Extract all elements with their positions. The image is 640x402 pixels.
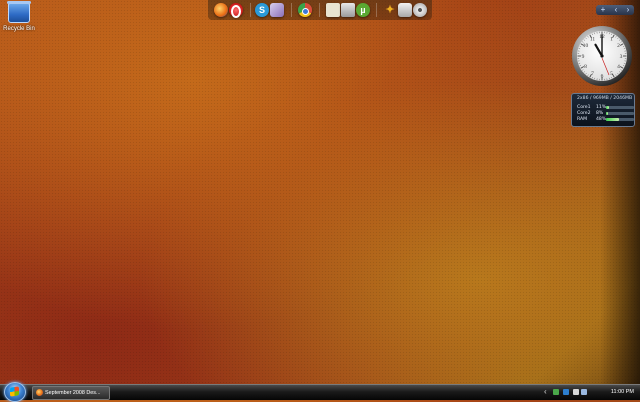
shield-icon[interactable] [553, 389, 559, 395]
network-icon[interactable] [563, 389, 569, 395]
dock-separator [291, 3, 292, 17]
taskbar-item-firefox[interactable]: September 2008 Des... [32, 386, 110, 400]
recycle-bin-label: Recycle Bin [2, 26, 36, 32]
messenger-icon[interactable] [270, 3, 284, 17]
tray-expand-button[interactable]: ‹ [544, 387, 547, 397]
cpu-meter-header: 2x86 / 969MB / 2046MB [572, 94, 634, 101]
installer-icon[interactable] [341, 3, 355, 17]
gadget-controls: + ‹ › [596, 5, 634, 15]
speaker-icon[interactable] [581, 389, 587, 395]
svg-text:10: 10 [583, 43, 589, 49]
svg-text:8: 8 [584, 64, 587, 70]
recycle-bin-shortcut[interactable]: Recycle Bin [2, 3, 36, 32]
skype-icon[interactable]: S [255, 3, 269, 17]
wallpaper-texture [0, 0, 640, 400]
cpu-meter-value: 11% [596, 105, 606, 110]
cpu-meter-row: RAM 48% [577, 117, 631, 122]
windows-logo-icon [10, 386, 19, 396]
cpu-meter-fill [606, 112, 608, 115]
opera-icon[interactable] [229, 3, 243, 17]
cpu-meter-track [606, 106, 634, 109]
system-tray: ‹ 11:00 PM [544, 385, 640, 400]
svg-text:5: 5 [610, 71, 613, 77]
tools-icon[interactable] [398, 3, 412, 17]
dock-separator [319, 3, 320, 17]
utorrent-icon[interactable]: µ [356, 3, 370, 17]
previous-gadget-button[interactable]: ‹ [615, 5, 618, 15]
cpu-meter-label: Core1 [577, 105, 591, 110]
cpu-meter-label: RAM [577, 117, 587, 122]
clock-center [600, 54, 603, 57]
next-gadget-button[interactable]: › [627, 5, 630, 15]
svg-text:7: 7 [591, 71, 594, 77]
cpu-meter-value: 8% [596, 111, 603, 116]
svg-text:9: 9 [582, 54, 585, 60]
broom-icon[interactable]: ✦ [383, 3, 397, 17]
cpu-meter-value: 48% [596, 117, 606, 122]
cpu-meter-label: Core2 [577, 111, 591, 116]
cpu-meter-row: Core1 11% [577, 105, 631, 110]
add-gadget-button[interactable]: + [601, 5, 606, 15]
cpu-meter-fill [606, 106, 609, 109]
disc-icon[interactable] [413, 3, 427, 17]
volume-icon[interactable] [573, 389, 579, 395]
quick-launch-dock: S µ ✦ [208, 0, 432, 20]
svg-text:4: 4 [617, 64, 620, 70]
taskbar-item-label: September 2008 Des... [45, 390, 100, 396]
firefox-icon[interactable] [214, 3, 228, 17]
cpu-meter-fill [606, 118, 619, 121]
clock-gadget[interactable]: 1212 345 678 91011 [571, 25, 633, 87]
cpu-meter-gadget[interactable]: 2x86 / 969MB / 2046MB Core1 11% Core2 8%… [571, 93, 635, 127]
svg-text:11: 11 [590, 37, 596, 43]
cpu-meter-row: Core2 8% [577, 111, 631, 116]
dock-separator [250, 3, 251, 17]
svg-text:1: 1 [610, 37, 613, 43]
notepad-icon[interactable] [326, 3, 340, 17]
svg-text:3: 3 [620, 54, 623, 60]
start-button[interactable] [4, 382, 26, 402]
chrome-icon[interactable] [298, 3, 312, 17]
recycle-bin-icon [8, 3, 30, 23]
cpu-meter-track [606, 118, 634, 121]
firefox-icon [36, 389, 43, 396]
svg-text:6: 6 [601, 74, 604, 80]
dock-separator [376, 3, 377, 17]
svg-text:2: 2 [617, 43, 620, 49]
taskbar-clock[interactable]: 11:00 PM [611, 389, 634, 395]
cpu-meter-track [606, 112, 634, 115]
